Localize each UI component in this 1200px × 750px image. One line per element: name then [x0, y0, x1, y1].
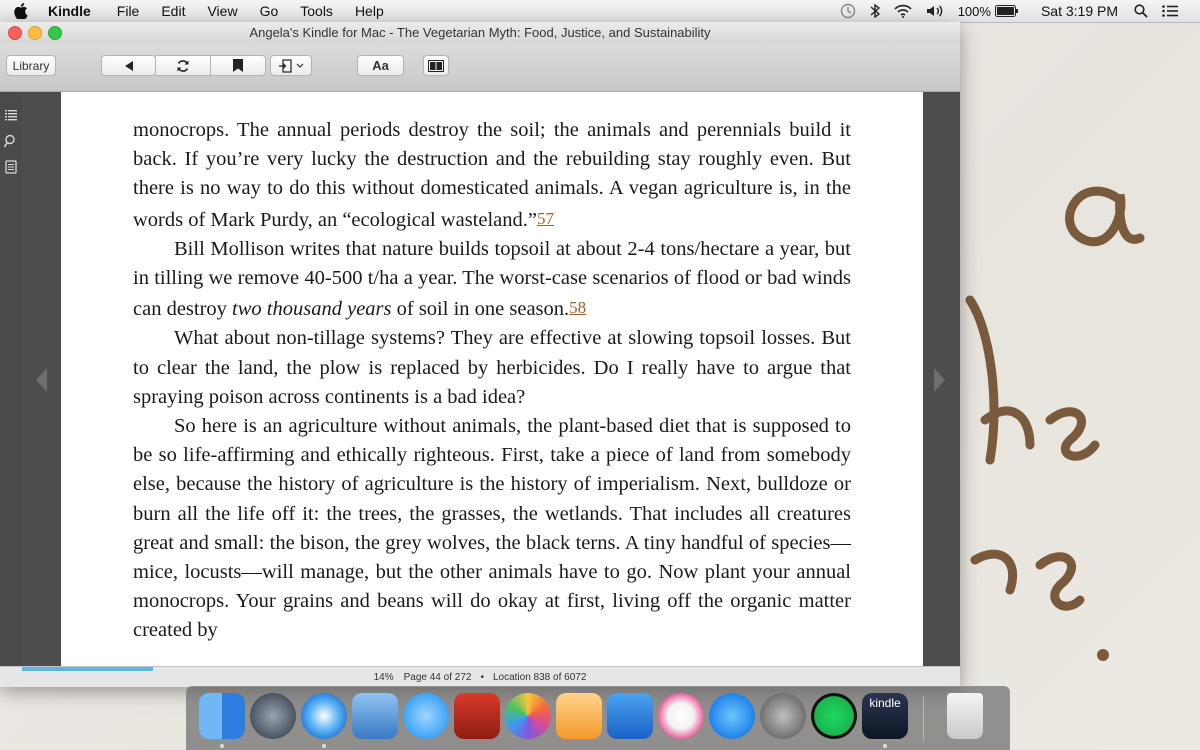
kindle-window: Angela's Kindle for Mac - The Vegetarian… [0, 22, 960, 687]
go-to-icon [279, 58, 292, 73]
running-indicator [220, 744, 224, 748]
volume-icon[interactable] [926, 4, 944, 18]
photo-booth-icon[interactable] [454, 693, 500, 739]
close-window-button[interactable] [8, 26, 22, 40]
dock-divider [923, 695, 924, 741]
launchpad-icon[interactable] [250, 693, 296, 739]
messages-icon[interactable] [403, 693, 449, 739]
finder-icon[interactable] [199, 693, 245, 739]
menu-view[interactable]: View [207, 3, 237, 19]
minimize-window-button[interactable] [28, 26, 42, 40]
columns-icon [428, 59, 444, 72]
apple-menu-icon[interactable] [14, 3, 30, 19]
library-button-label: Library [12, 58, 50, 73]
trash-icon[interactable] [947, 693, 983, 739]
paragraph: monocrops. The annual periods destroy th… [133, 116, 851, 235]
previous-page-arrow-icon[interactable] [34, 366, 48, 394]
notes-icon[interactable] [4, 160, 18, 174]
menu-file[interactable]: File [117, 3, 140, 19]
page-indicator: Page 44 of 272 [403, 671, 472, 683]
sync-button[interactable] [156, 55, 211, 76]
footnote-link[interactable]: 57 [537, 209, 554, 228]
bookmark-icon [233, 59, 243, 72]
back-arrow-icon [124, 60, 133, 71]
search-icon[interactable] [4, 134, 18, 148]
notification-center-icon[interactable] [1162, 5, 1178, 17]
book-text: monocrops. The annual periods destroy th… [133, 116, 851, 646]
view-mode-button[interactable] [423, 55, 449, 76]
pages-icon[interactable] [556, 693, 602, 739]
itunes-icon[interactable] [658, 693, 704, 739]
window-title: Angela's Kindle for Mac - The Vegetarian… [249, 25, 711, 40]
reading-progress-bar[interactable] [22, 667, 153, 671]
running-indicator [322, 744, 326, 748]
title-bar[interactable]: Angela's Kindle for Mac - The Vegetarian… [0, 22, 960, 43]
left-sidebar [0, 92, 22, 686]
menu-bar: Kindle File Edit View Go Tools Help 100%… [0, 0, 1200, 23]
system-preferences-icon[interactable] [760, 693, 806, 739]
font-settings-label: Aa [372, 58, 389, 73]
mail-icon[interactable] [352, 693, 398, 739]
go-to-dropdown-button[interactable] [270, 55, 312, 76]
keynote-icon[interactable] [607, 693, 653, 739]
paragraph: What about non-tillage systems? They are… [133, 327, 851, 408]
battery-percent: 100% [957, 3, 991, 19]
battery-icon[interactable] [994, 5, 1019, 17]
toolbar: Library Aa [0, 43, 960, 92]
menu-tools[interactable]: Tools [300, 3, 333, 19]
back-button[interactable] [101, 55, 156, 76]
paragraph-text: monocrops. The annual periods destroy th… [133, 119, 851, 231]
clock[interactable]: Sat 3:19 PM [1041, 3, 1118, 19]
status-separator: • [480, 671, 484, 683]
spotlight-search-icon[interactable] [1134, 4, 1148, 18]
running-indicator [883, 744, 887, 748]
status-bar: 14% Page 44 of 272 • Location 838 of 607… [0, 666, 960, 687]
menu-edit[interactable]: Edit [161, 3, 185, 19]
safari-icon[interactable] [301, 693, 347, 739]
library-button[interactable]: Library [6, 55, 56, 76]
app-store-icon[interactable] [709, 693, 755, 739]
sync-icon [177, 59, 189, 72]
progress-percent: 14% [373, 671, 394, 683]
next-page-arrow-icon[interactable] [933, 366, 947, 394]
chevron-down-icon [296, 63, 304, 68]
photos-icon[interactable] [505, 693, 551, 739]
table-of-contents-icon[interactable] [4, 108, 18, 122]
paragraph: Bill Mollison writes that nature builds … [133, 235, 851, 325]
footnote-link[interactable]: 58 [569, 298, 586, 317]
bluetooth-icon[interactable] [870, 3, 880, 19]
menu-kindle[interactable]: Kindle [48, 3, 91, 19]
wifi-icon[interactable] [894, 4, 912, 18]
bookmark-button[interactable] [211, 55, 266, 76]
kindle-app-label: kindle [869, 696, 901, 710]
dock: kindle [186, 686, 1010, 750]
zoom-window-button[interactable] [48, 26, 62, 40]
spotify-icon[interactable] [811, 693, 857, 739]
kindle-app-icon[interactable]: kindle [862, 693, 908, 739]
menu-go[interactable]: Go [260, 3, 279, 19]
paragraph: So here is an agriculture without animal… [133, 415, 851, 642]
location-indicator: Location 838 of 6072 [492, 671, 587, 683]
book-page[interactable]: monocrops. The annual periods destroy th… [61, 92, 923, 666]
menu-help[interactable]: Help [355, 3, 384, 19]
paragraph-text: of soil in one season. [391, 298, 570, 321]
time-machine-icon[interactable] [840, 3, 856, 19]
font-settings-button[interactable]: Aa [357, 55, 404, 76]
emphasis-text: two thousand years [232, 298, 392, 321]
